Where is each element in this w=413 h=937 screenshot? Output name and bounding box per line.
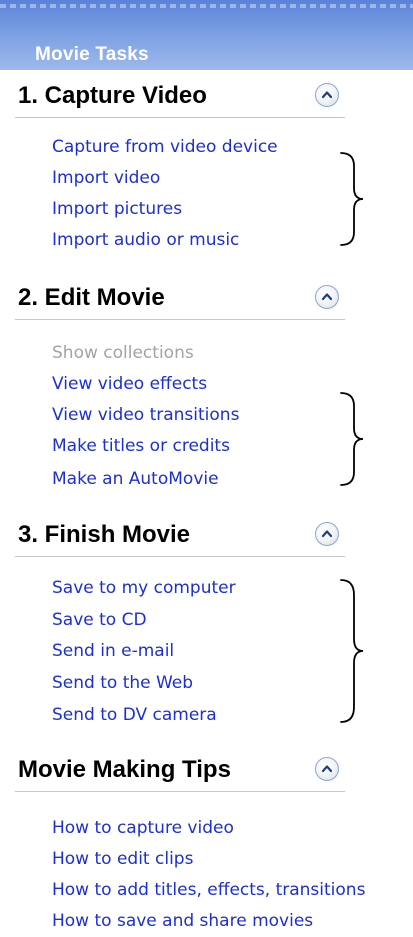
task-send-in-e-mail[interactable]: Send in e-mail (52, 639, 174, 663)
curly-brace-icon (340, 152, 364, 246)
section-title: 3. Finish Movie (18, 521, 191, 548)
section-header: 3. Finish Movie (15, 517, 345, 557)
task-capture-from-video-device[interactable]: Capture from video device (52, 135, 278, 159)
chevron-up-icon (321, 530, 333, 538)
chevron-up-icon (321, 91, 333, 99)
task-save-to-my-computer[interactable]: Save to my computer (52, 576, 236, 600)
collapse-button[interactable] (315, 522, 339, 546)
task-save-to-cd[interactable]: Save to CD (52, 608, 147, 632)
task-make-titles-or-credits[interactable]: Make titles or credits (52, 434, 230, 458)
task-how-to-capture-video[interactable]: How to capture video (52, 816, 234, 840)
task-view-video-effects[interactable]: View video effects (52, 372, 207, 396)
chevron-up-icon (321, 765, 333, 773)
chevron-up-icon (321, 293, 333, 301)
task-send-to-dv-camera[interactable]: Send to DV camera (52, 703, 217, 727)
section-title: Movie Making Tips (18, 756, 231, 783)
header-title: Movie Tasks (35, 44, 149, 65)
task-import-audio-or-music[interactable]: Import audio or music (52, 228, 239, 252)
task-make-an-automovie[interactable]: Make an AutoMovie (52, 467, 219, 491)
task-show-collections: Show collections (52, 343, 194, 363)
task-how-to-save-and-share-movies[interactable]: How to save and share movies (52, 909, 313, 933)
collapse-button[interactable] (315, 83, 339, 107)
collapse-button[interactable] (315, 285, 339, 309)
section-header: Movie Making Tips (15, 752, 345, 792)
task-how-to-edit-clips[interactable]: How to edit clips (52, 847, 193, 871)
task-send-to-the-web[interactable]: Send to the Web (52, 671, 193, 695)
task-pane-header: Movie Tasks (0, 0, 413, 70)
task-import-pictures[interactable]: Import pictures (52, 197, 182, 221)
section-header: 2. Edit Movie (15, 280, 345, 320)
section-title: 2. Edit Movie (18, 284, 165, 311)
movie-tasks-pane: Movie Tasks 1. Capture Video Capture fro… (0, 0, 413, 937)
collapse-button[interactable] (315, 757, 339, 781)
task-how-to-add-titles-effects-transitions[interactable]: How to add titles, effects, transitions (52, 878, 365, 902)
task-view-video-transitions[interactable]: View video transitions (52, 403, 239, 427)
header-decoration (0, 4, 413, 8)
section-header: 1. Capture Video (15, 78, 345, 118)
curly-brace-icon (340, 392, 364, 486)
task-import-video[interactable]: Import video (52, 166, 160, 190)
section-title: 1. Capture Video (18, 82, 207, 109)
curly-brace-icon (340, 579, 364, 723)
